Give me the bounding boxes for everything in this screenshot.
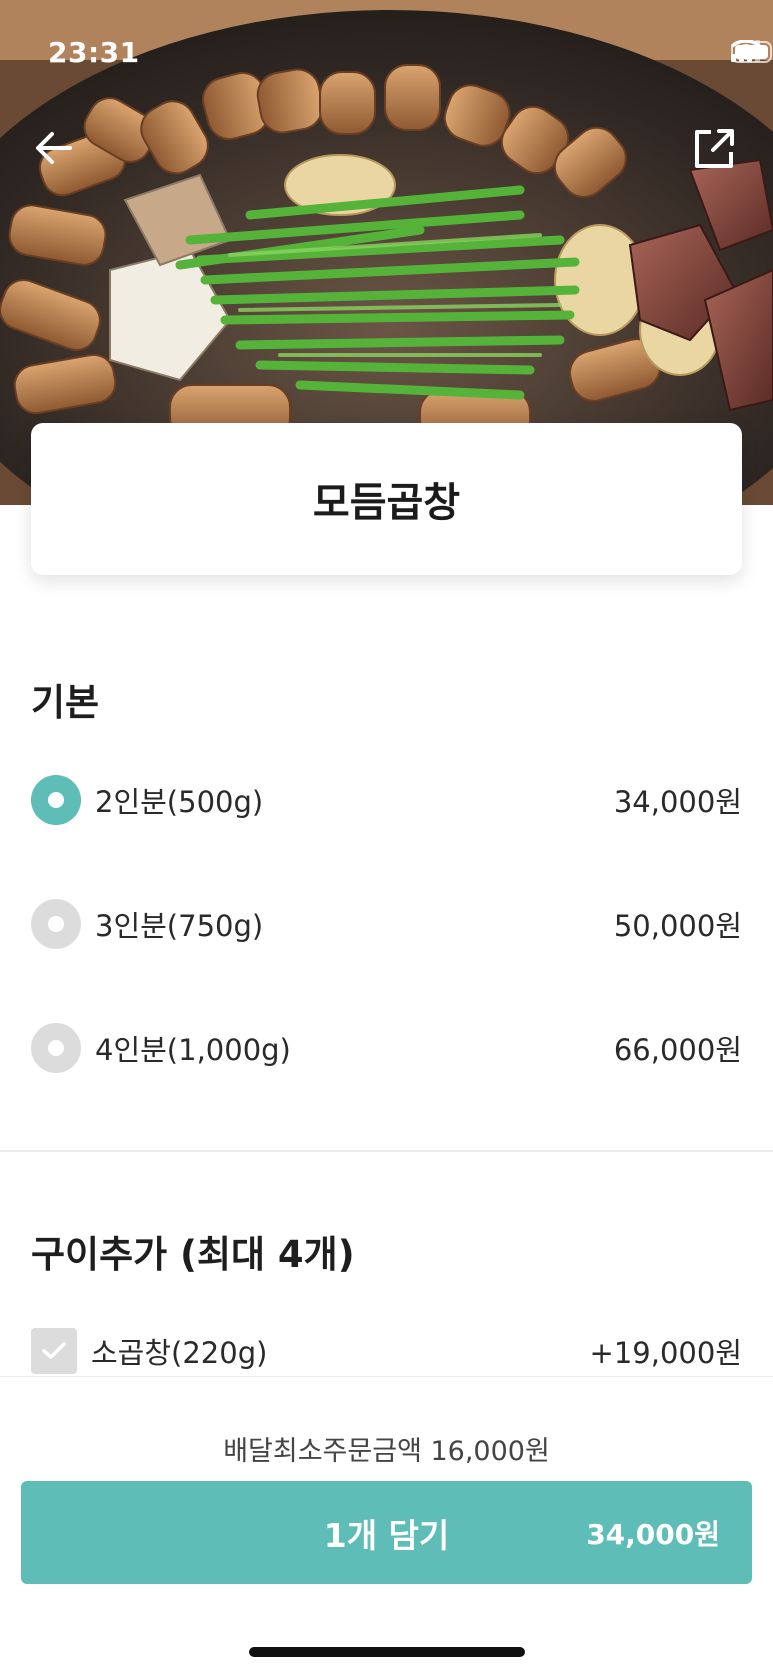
share-icon bbox=[695, 129, 734, 168]
option-label: 4인분(1,000g) bbox=[95, 1033, 291, 1067]
option-label: 소곱창(220g) bbox=[91, 1336, 268, 1370]
section-divider bbox=[0, 1150, 773, 1152]
option-row-3-servings[interactable]: 3인분(750g) 50,000원 bbox=[31, 898, 742, 950]
add-to-cart-button[interactable]: 1개 담기 34,000원 bbox=[21, 1481, 752, 1584]
radio-unselected[interactable] bbox=[31, 1023, 81, 1073]
check-icon bbox=[42, 1342, 66, 1359]
menu-title-card: 모듬곱창 bbox=[31, 423, 742, 575]
radio-selected[interactable] bbox=[31, 775, 81, 825]
min-order-amount: 배달최소주문금액 16,000원 bbox=[223, 1436, 550, 1467]
back-arrow-icon bbox=[36, 132, 72, 164]
menu-title: 모듬곱창 bbox=[312, 480, 461, 526]
option-label: 3인분(750g) bbox=[95, 909, 264, 943]
back-button[interactable] bbox=[30, 122, 82, 174]
share-button[interactable] bbox=[689, 122, 741, 174]
option-label: 2인분(500g) bbox=[95, 785, 264, 819]
checkbox-unchecked[interactable] bbox=[31, 1328, 77, 1374]
option-row-extra-beef-gopchang[interactable]: 소곱창(220g) +19,000원 bbox=[31, 1327, 742, 1375]
radio-unselected[interactable] bbox=[31, 899, 81, 949]
home-indicator bbox=[249, 1647, 525, 1657]
basic-section-title: 기본 bbox=[31, 681, 100, 724]
menu-detail-screen: 23:31 모듬곱창 기본 2인분(500g) 34,000원 3인분(750g… bbox=[0, 0, 773, 1674]
option-row-2-servings[interactable]: 2인분(500g) 34,000원 bbox=[31, 774, 742, 826]
option-price: +19,000원 bbox=[589, 1336, 742, 1370]
status-icons bbox=[731, 40, 772, 66]
status-time: 23:31 bbox=[48, 36, 140, 69]
bottom-order-bar: 배달최소주문금액 16,000원 1개 담기 34,000원 bbox=[0, 1376, 773, 1674]
option-row-4-servings[interactable]: 4인분(1,000g) 66,000원 bbox=[31, 1022, 742, 1074]
cart-button-label: 1개 담기 bbox=[323, 1515, 450, 1555]
option-price: 66,000원 bbox=[613, 1033, 742, 1067]
option-price: 34,000원 bbox=[613, 785, 742, 819]
cart-button-price: 34,000원 bbox=[586, 1517, 720, 1551]
option-price: 50,000원 bbox=[613, 909, 742, 943]
extra-section-title: 구이추가 (최대 4개) bbox=[31, 1233, 355, 1276]
